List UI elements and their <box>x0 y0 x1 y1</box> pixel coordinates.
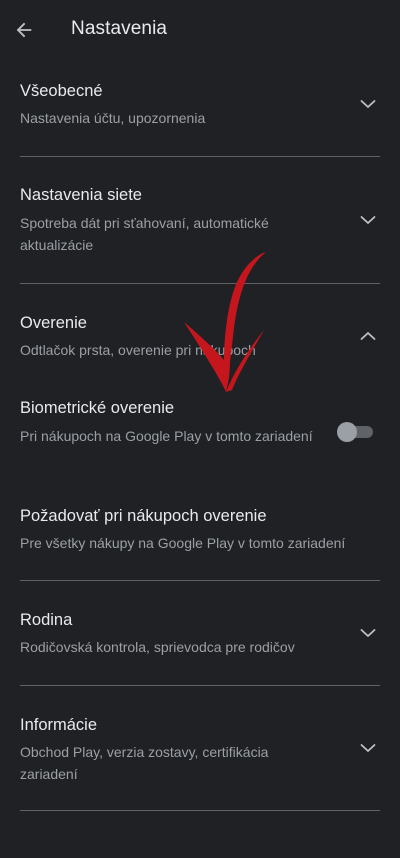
section-about[interactable]: Informácie Obchod Play, verzia zostavy, … <box>0 686 400 810</box>
section-network-subtitle: Spotreba dát pri sťahovaní, automatické … <box>20 215 269 253</box>
section-general[interactable]: Všeobecné Nastavenia účtu, upozornenia <box>0 62 400 157</box>
setting-require-auth-subtitle: Pre všetky nákupy na Google Play v tomto… <box>20 535 346 551</box>
section-general-subtitle: Nastavenia účtu, upozornenia <box>20 110 206 126</box>
setting-biometric-subtitle: Pri nákupoch na Google Play v tomto zari… <box>20 428 313 444</box>
section-network[interactable]: Nastavenia siete Spotreba dát pri sťahov… <box>0 157 400 283</box>
section-general-title: Všeobecné <box>20 82 103 100</box>
section-family-title: Rodina <box>20 611 73 629</box>
section-about-title: Informácie <box>20 716 98 734</box>
setting-require-auth-title: Požadovať pri nákupoch overenie <box>20 507 267 525</box>
chevron-down-icon <box>360 744 376 752</box>
arrow-back-icon <box>16 22 32 38</box>
setting-require-auth[interactable]: Požadovať pri nákupoch overenie Pre všet… <box>0 495 400 575</box>
section-family-subtitle: Rodičovská kontrola, sprievodca pre rodi… <box>20 639 295 655</box>
section-network-title: Nastavenia siete <box>20 186 142 204</box>
section-about-subtitle: Obchod Play, verzia zostavy, certifikáci… <box>20 744 269 782</box>
section-auth[interactable]: Overenie Odtlačok prsta, overenie pri ná… <box>0 284 400 374</box>
setting-biometric[interactable]: Biometrické overenie Pri nákupoch na Goo… <box>0 385 400 485</box>
section-family[interactable]: Rodina Rodičovská kontrola, sprievodca p… <box>0 581 400 685</box>
app-bar: Nastavenia <box>0 0 400 62</box>
section-auth-subtitle: Odtlačok prsta, overenie pri nákupoch <box>20 342 256 358</box>
chevron-down-icon <box>360 216 376 224</box>
divider <box>20 810 380 811</box>
chevron-down-icon <box>360 629 376 637</box>
toggle-thumb <box>337 422 357 442</box>
page-title: Nastavenia <box>71 18 168 39</box>
chevron-down-icon <box>360 100 376 108</box>
section-auth-title: Overenie <box>20 314 87 332</box>
back-button[interactable] <box>8 14 40 46</box>
chevron-up-icon <box>360 332 376 340</box>
setting-biometric-title: Biometrické overenie <box>20 399 175 417</box>
biometric-toggle[interactable] <box>337 422 373 442</box>
